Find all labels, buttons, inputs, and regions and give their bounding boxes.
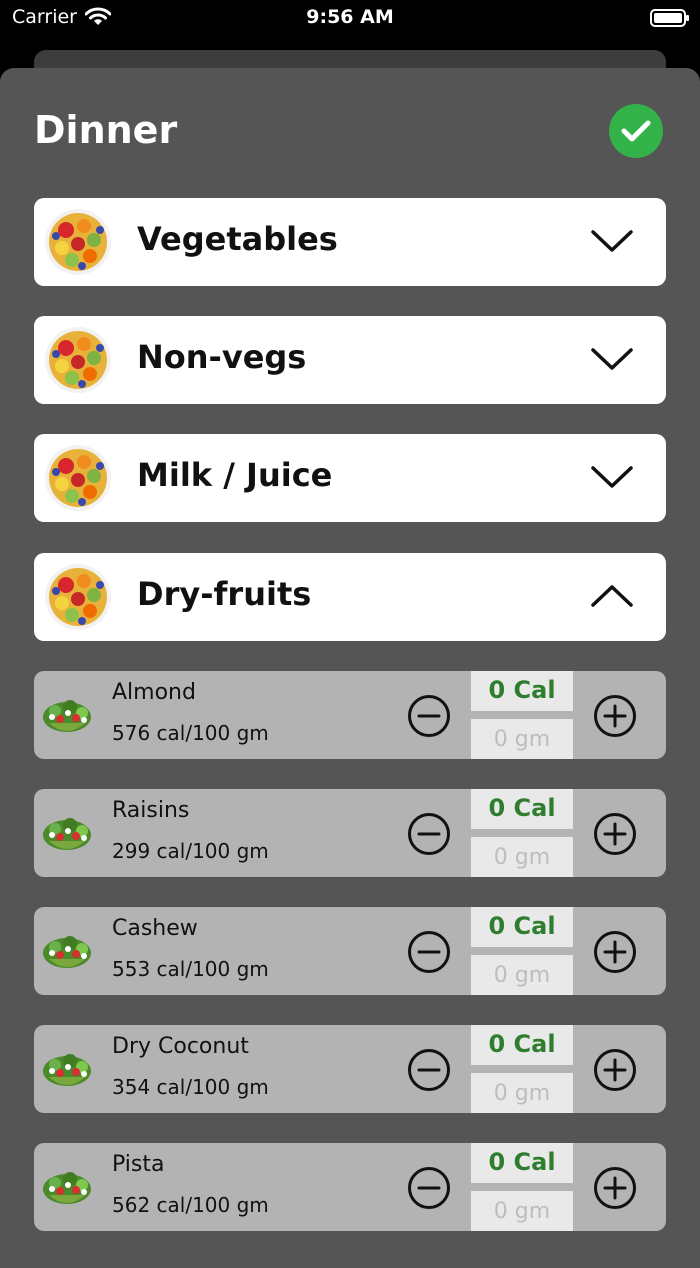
food-name: Almond xyxy=(112,680,196,705)
food-name: Dry Coconut xyxy=(112,1034,249,1059)
food-row-raisins: Raisins 299 cal/100 gm 0 Cal 0 gm xyxy=(34,789,666,877)
grams-field[interactable]: 0 gm xyxy=(471,955,573,995)
category-dry-fruits[interactable]: Dry-fruits xyxy=(34,553,666,641)
grams-field[interactable]: 0 gm xyxy=(471,1073,573,1113)
page-title: Dinner xyxy=(34,108,178,152)
chevron-down-icon[interactable] xyxy=(590,226,634,256)
salad-icon xyxy=(43,700,91,732)
checkmark-icon xyxy=(621,120,651,142)
done-button[interactable] xyxy=(609,104,663,158)
category-label: Dry-fruits xyxy=(137,575,312,613)
chevron-up-icon[interactable] xyxy=(590,581,634,611)
food-calorie-rate: 299 cal/100 gm xyxy=(112,839,269,863)
calorie-total: 0 Cal xyxy=(471,907,573,947)
plus-circle-icon[interactable] xyxy=(593,1048,637,1092)
battery-icon xyxy=(650,9,689,27)
food-name: Cashew xyxy=(112,916,198,941)
plus-circle-icon[interactable] xyxy=(593,694,637,738)
grams-field[interactable]: 0 gm xyxy=(471,1191,573,1231)
minus-circle-icon[interactable] xyxy=(407,694,451,738)
food-calorie-rate: 354 cal/100 gm xyxy=(112,1075,269,1099)
category-milk-juice[interactable]: Milk / Juice xyxy=(34,434,666,522)
salad-icon xyxy=(43,936,91,968)
fruit-bowl-icon xyxy=(45,209,111,275)
salad-icon xyxy=(43,818,91,850)
food-name: Raisins xyxy=(112,798,190,823)
plus-circle-icon[interactable] xyxy=(593,1166,637,1210)
status-time: 9:56 AM xyxy=(306,6,394,28)
calorie-total: 0 Cal xyxy=(471,1143,573,1183)
fruit-bowl-icon xyxy=(45,327,111,393)
food-calorie-rate: 553 cal/100 gm xyxy=(112,957,269,981)
food-calorie-rate: 562 cal/100 gm xyxy=(112,1193,269,1217)
calorie-total: 0 Cal xyxy=(471,789,573,829)
category-label: Milk / Juice xyxy=(137,456,333,494)
category-label: Non-vegs xyxy=(137,338,307,376)
chevron-down-icon[interactable] xyxy=(590,462,634,492)
fruit-bowl-icon xyxy=(45,564,111,630)
salad-icon xyxy=(43,1054,91,1086)
food-calorie-rate: 576 cal/100 gm xyxy=(112,721,269,745)
calorie-total: 0 Cal xyxy=(471,1025,573,1065)
minus-circle-icon[interactable] xyxy=(407,930,451,974)
chevron-down-icon[interactable] xyxy=(590,344,634,374)
food-name: Pista xyxy=(112,1152,165,1177)
minus-circle-icon[interactable] xyxy=(407,1048,451,1092)
fruit-bowl-icon xyxy=(45,445,111,511)
status-bar: Carrier 9:56 AM xyxy=(0,0,700,40)
salad-icon xyxy=(43,1172,91,1204)
food-row-almond: Almond 576 cal/100 gm 0 Cal 0 gm xyxy=(34,671,666,759)
food-row-cashew: Cashew 553 cal/100 gm 0 Cal 0 gm xyxy=(34,907,666,995)
minus-circle-icon[interactable] xyxy=(407,812,451,856)
food-row-pista: Pista 562 cal/100 gm 0 Cal 0 gm xyxy=(34,1143,666,1231)
category-non-vegs[interactable]: Non-vegs xyxy=(34,316,666,404)
calorie-total: 0 Cal xyxy=(471,671,573,711)
plus-circle-icon[interactable] xyxy=(593,812,637,856)
plus-circle-icon[interactable] xyxy=(593,930,637,974)
grams-field[interactable]: 0 gm xyxy=(471,719,573,759)
category-label: Vegetables xyxy=(137,220,338,258)
minus-circle-icon[interactable] xyxy=(407,1166,451,1210)
grams-field[interactable]: 0 gm xyxy=(471,837,573,877)
category-vegetables[interactable]: Vegetables xyxy=(34,198,666,286)
food-row-dry-coconut: Dry Coconut 354 cal/100 gm 0 Cal 0 gm xyxy=(34,1025,666,1113)
